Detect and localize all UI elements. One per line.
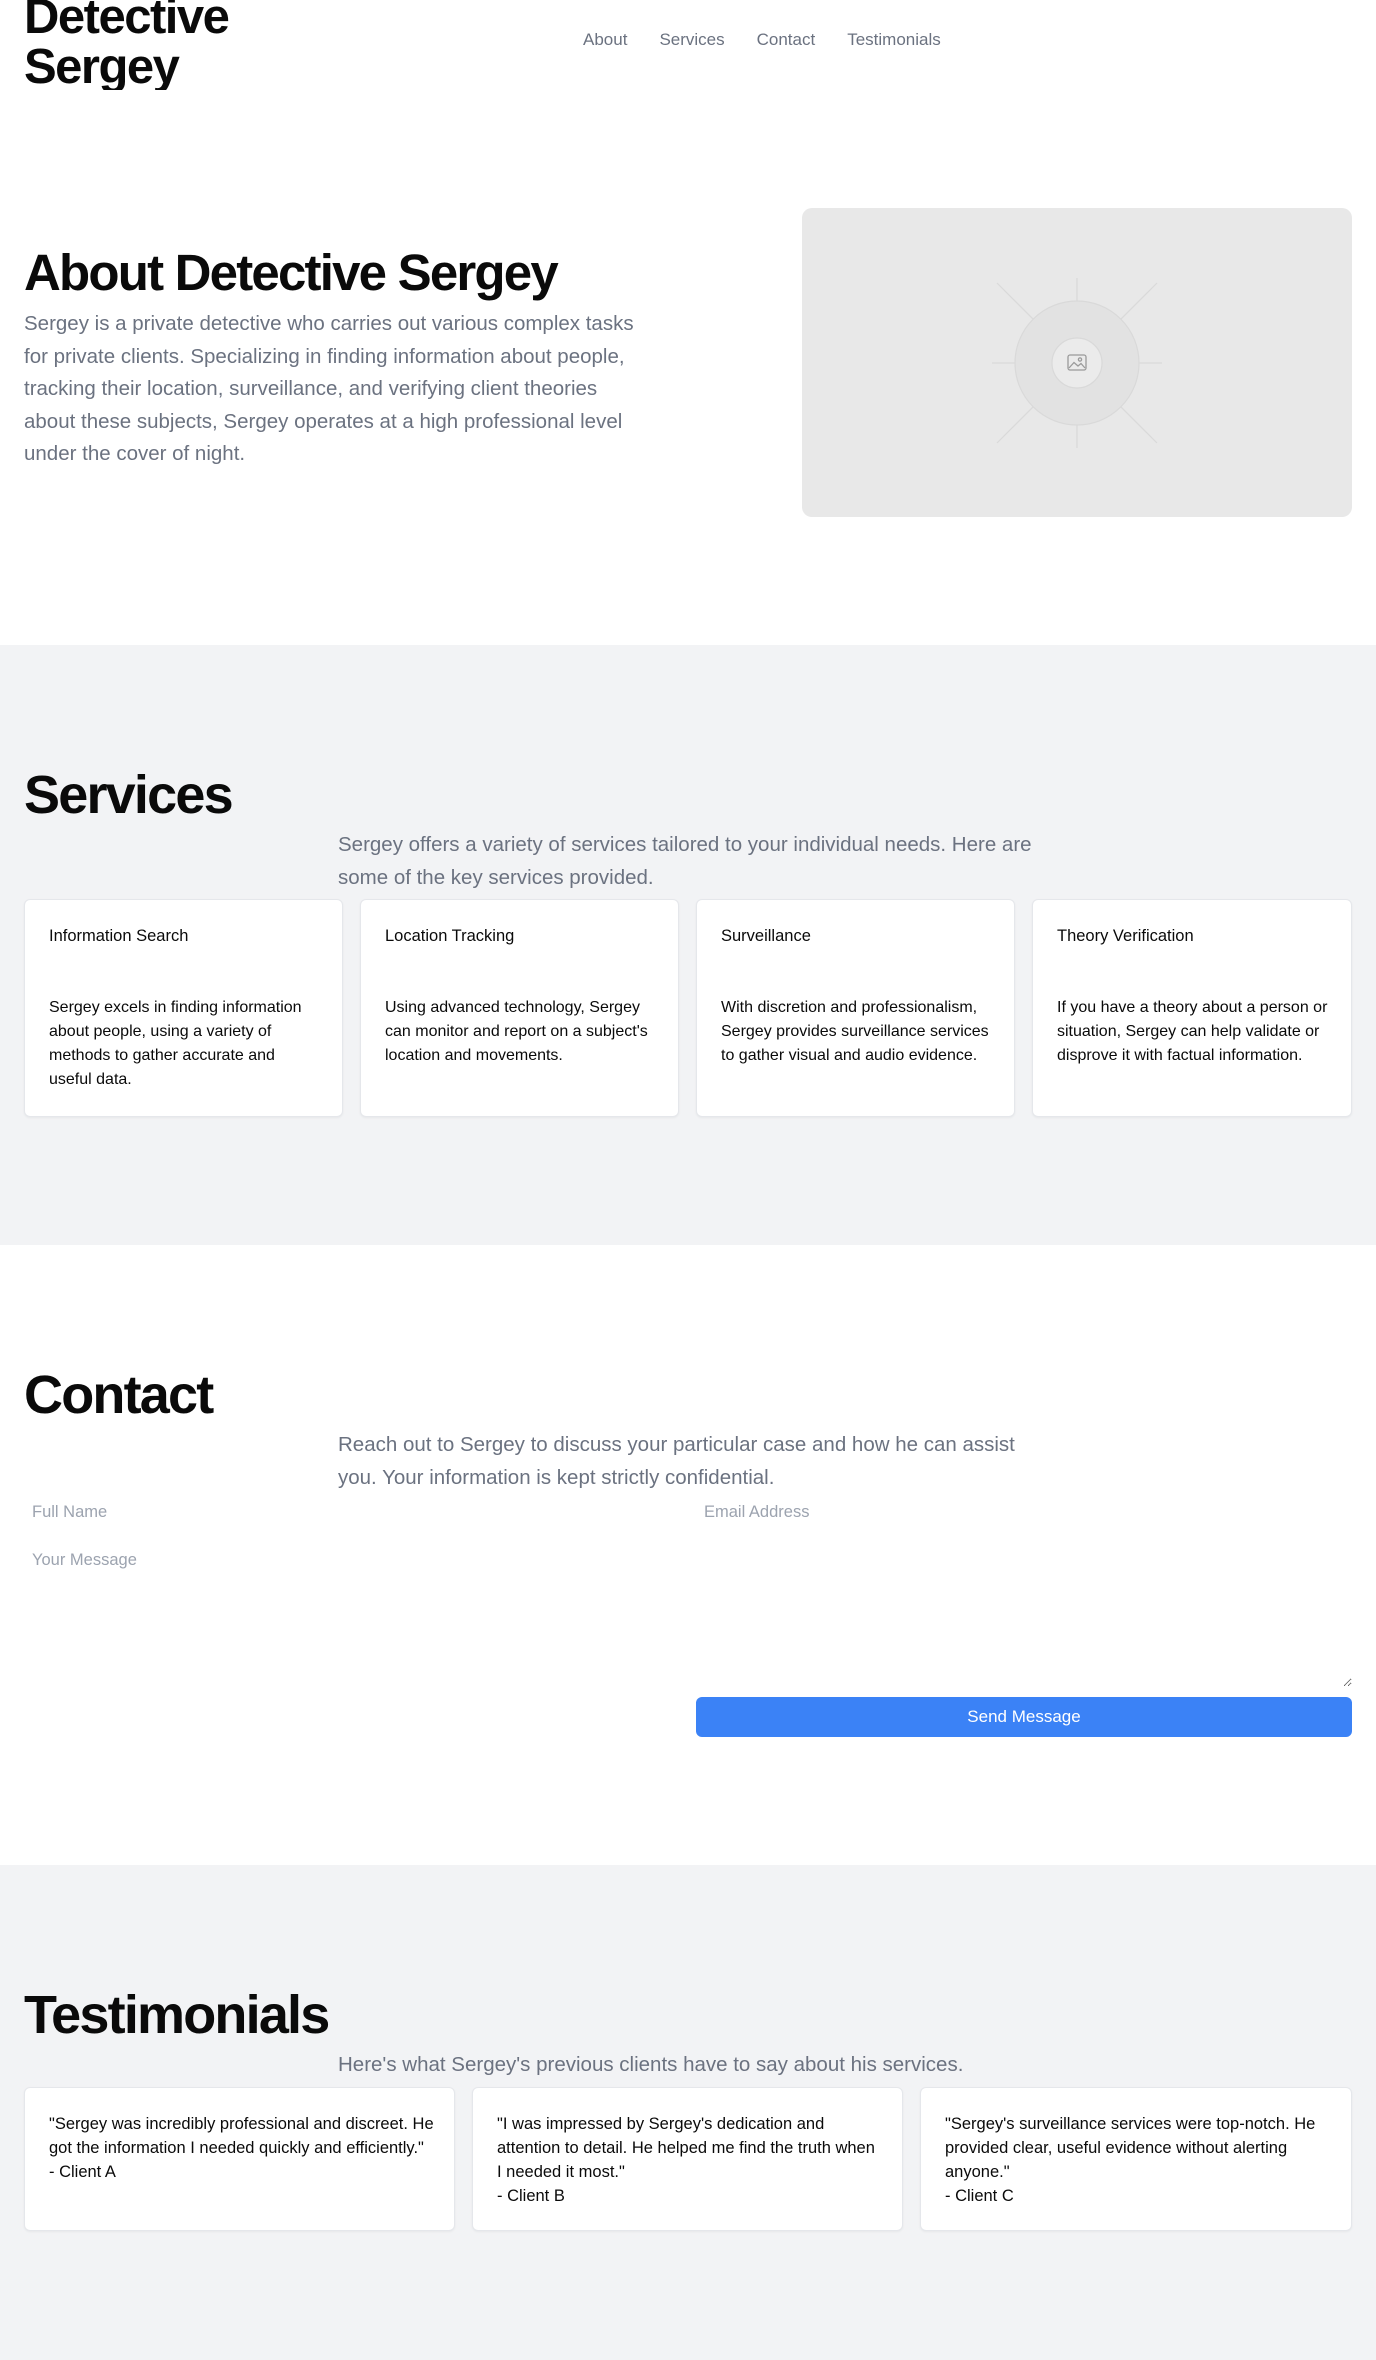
main-nav: About Services Contact Testimonials (583, 28, 973, 52)
service-card-body: If you have a theory about a person or s… (1057, 999, 1328, 1064)
message-textarea[interactable] (24, 1551, 1352, 1687)
testimonial-author: - Client C (945, 2187, 1014, 2205)
site-logo[interactable]: Detective Sergey (24, 0, 230, 94)
service-card-theory-verification: Theory Verification If you have a theory… (1032, 899, 1352, 1117)
service-card-body: With discretion and professionalism, Ser… (721, 999, 989, 1064)
service-card-title: Theory Verification (1057, 927, 1194, 945)
logo-line-2: Sergey (24, 40, 180, 94)
logo-line-1: Detective (24, 0, 230, 44)
service-card-information-search: Information Search Sergey excels in find… (24, 899, 343, 1117)
about-image-placeholder (802, 208, 1352, 517)
testimonial-author: - Client A (49, 2163, 116, 2181)
site-header: Detective Sergey About Services Contact … (0, 0, 1376, 94)
services-title: Services (24, 765, 234, 825)
service-card-location-tracking: Location Tracking Using advanced technol… (360, 899, 679, 1117)
testimonial-content: "I was impressed by Sergey's dedication … (497, 2112, 882, 2208)
nav-link-testimonials[interactable]: Testimonials (847, 28, 941, 52)
service-card-body: Sergey excels in finding information abo… (49, 999, 302, 1088)
contact-description: Reach out to Sergey to discuss your part… (338, 1433, 1015, 1489)
about-title: About Detective Sergey (24, 244, 559, 301)
services-section: Services Sergey offers a variety of serv… (0, 645, 1376, 1245)
testimonial-card-client-c: "Sergey's surveillance services were top… (920, 2087, 1352, 2231)
nav-link-about[interactable]: About (583, 28, 627, 52)
service-card-body: Using advanced technology, Sergey can mo… (385, 999, 648, 1064)
contact-section: Contact Reach out to Sergey to discuss y… (0, 1245, 1376, 1865)
nav-link-services[interactable]: Services (659, 28, 724, 52)
testimonial-content: "Sergey's surveillance services were top… (945, 2112, 1331, 2208)
testimonial-card-client-b: "I was impressed by Sergey's dedication … (472, 2087, 903, 2231)
contact-title: Contact (24, 1365, 214, 1425)
testimonial-quote: "Sergey's surveillance services were top… (945, 2115, 1316, 2181)
testimonial-author: - Client B (497, 2187, 565, 2205)
about-text: Sergey is a private detective who carrie… (24, 312, 634, 465)
about-section: About Detective Sergey Sergey is a priva… (0, 90, 1376, 645)
full-name-input[interactable] (24, 1495, 680, 1529)
testimonial-quote: "Sergey was incredibly professional and … (49, 2115, 434, 2157)
service-card-surveillance: Surveillance With discretion and profess… (696, 899, 1015, 1117)
testimonials-title: Testimonials (24, 1985, 330, 2045)
image-placeholder-icon (992, 278, 1162, 448)
send-message-button[interactable]: Send Message (696, 1697, 1352, 1737)
nav-link-contact[interactable]: Contact (757, 28, 816, 52)
service-card-title: Information Search (49, 927, 189, 945)
testimonial-quote: "I was impressed by Sergey's dedication … (497, 2115, 875, 2181)
service-card-title: Location Tracking (385, 927, 515, 945)
testimonials-section: Testimonials Here's what Sergey's previo… (0, 1865, 1376, 2360)
testimonial-card-client-a: "Sergey was incredibly professional and … (24, 2087, 455, 2231)
service-card-title: Surveillance (721, 927, 811, 945)
testimonial-content: "Sergey was incredibly professional and … (49, 2112, 434, 2184)
testimonials-description: Here's what Sergey's previous clients ha… (338, 2053, 964, 2076)
services-description: Sergey offers a variety of services tail… (338, 833, 1032, 889)
email-address-input[interactable] (696, 1495, 1352, 1529)
